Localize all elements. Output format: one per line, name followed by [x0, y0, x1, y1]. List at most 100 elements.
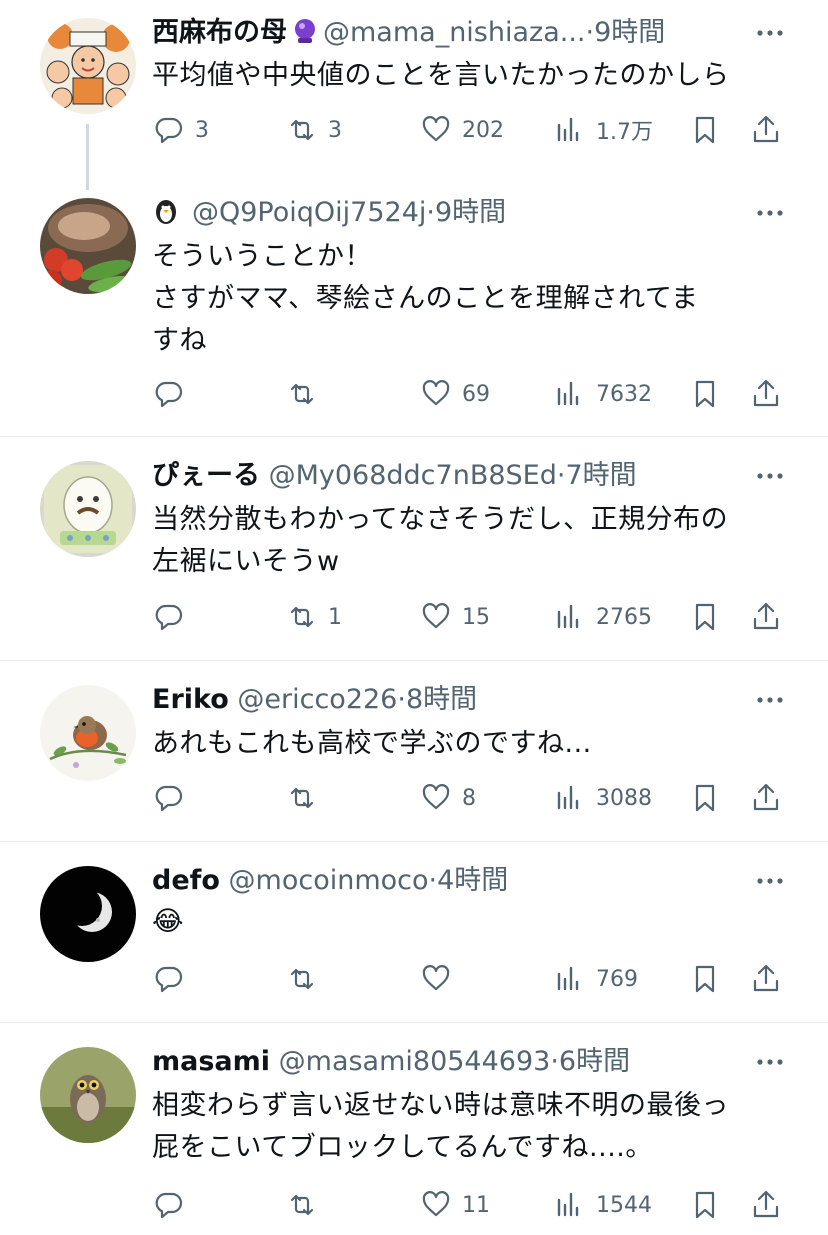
- share-button[interactable]: [749, 108, 783, 152]
- bar-chart-icon: [553, 781, 587, 815]
- bookmark-button[interactable]: [688, 776, 722, 820]
- timestamp[interactable]: 6時間: [559, 1046, 630, 1077]
- separator-dot: ·: [585, 17, 595, 48]
- avatar[interactable]: [40, 461, 136, 557]
- heart-icon: [419, 600, 453, 634]
- like-count: 8: [462, 785, 476, 811]
- more-dots-icon[interactable]: [752, 866, 788, 896]
- like-button[interactable]: 15: [419, 595, 490, 639]
- avatar[interactable]: [40, 685, 136, 781]
- reply-post[interactable]: Eriko @ericco226·8時間 あれもこれも高校で学ぶのですね... …: [0, 661, 828, 841]
- repost-button[interactable]: [285, 957, 328, 1001]
- reply-button[interactable]: [152, 595, 195, 639]
- more-dots-icon[interactable]: [752, 461, 788, 491]
- reply-button[interactable]: [152, 776, 195, 820]
- bookmark-button[interactable]: [688, 108, 722, 152]
- bookmark-icon: [688, 377, 722, 411]
- post-header: Eriko @ericco226·8時間: [152, 680, 477, 720]
- more-dots-icon[interactable]: [752, 1047, 788, 1077]
- display-name[interactable]: ぴぇーる: [152, 460, 260, 491]
- share-button[interactable]: [749, 372, 783, 416]
- like-count: 69: [462, 381, 490, 407]
- reply-button[interactable]: [152, 1183, 195, 1227]
- bookmark-button[interactable]: [688, 595, 722, 639]
- heart-icon: [419, 1188, 453, 1222]
- views-button[interactable]: 3088: [553, 776, 652, 820]
- more-dots-icon[interactable]: [752, 198, 788, 228]
- more-dots-icon[interactable]: [752, 18, 788, 48]
- timestamp[interactable]: 7時間: [565, 460, 636, 491]
- action-bar: 3 3 202 1.7万: [0, 108, 828, 152]
- bookmark-icon: [688, 600, 722, 634]
- user-handle[interactable]: @ericco226: [237, 684, 397, 715]
- avatar[interactable]: [40, 18, 136, 114]
- timestamp[interactable]: 9時間: [435, 197, 506, 228]
- speech-bubble-icon: [152, 962, 186, 996]
- share-button[interactable]: [749, 957, 783, 1001]
- heart-icon: [419, 377, 453, 411]
- reply-post[interactable]: ぴぇーる @My068ddc7nB8SEd·7時間 当然分散もわかってなさそうだ…: [0, 437, 828, 660]
- display-name[interactable]: 西麻布の母: [152, 17, 287, 48]
- share-button[interactable]: [749, 1183, 783, 1227]
- like-button[interactable]: 202: [419, 108, 504, 152]
- timestamp[interactable]: 4時間: [437, 865, 508, 896]
- reply-button[interactable]: [152, 372, 195, 416]
- share-button[interactable]: [749, 776, 783, 820]
- action-bar: 8 3088: [0, 776, 828, 820]
- like-count: 202: [462, 117, 504, 143]
- timestamp[interactable]: 8時間: [406, 684, 477, 715]
- post-text: 相変わらず言い返せない時は意味不明の最後っ 屁をこいてブロックしてるんですね..…: [152, 1090, 729, 1163]
- views-button[interactable]: 2765: [553, 595, 652, 639]
- bookmark-icon: [688, 113, 722, 147]
- views-button[interactable]: 1544: [553, 1183, 652, 1227]
- reply-count: 3: [195, 117, 209, 143]
- like-button[interactable]: [419, 957, 462, 1001]
- separator-dot: ·: [426, 197, 435, 228]
- like-count: 15: [462, 604, 490, 630]
- reply-button[interactable]: [152, 957, 195, 1001]
- display-name[interactable]: defo: [152, 865, 220, 896]
- avatar[interactable]: [40, 1047, 136, 1143]
- repost-button[interactable]: 3: [285, 108, 342, 152]
- speech-bubble-icon: [152, 377, 186, 411]
- bookmark-button[interactable]: [688, 372, 722, 416]
- views-button[interactable]: 7632: [553, 372, 652, 416]
- reply-button[interactable]: 3: [152, 108, 209, 152]
- post-header: defo @mocoinmoco·4時間: [152, 861, 508, 901]
- like-button[interactable]: 69: [419, 372, 490, 416]
- user-handle[interactable]: @masami80544693: [279, 1046, 551, 1077]
- view-count: 7632: [596, 381, 652, 407]
- bookmark-icon: [688, 1188, 722, 1222]
- view-count: 3088: [596, 785, 652, 811]
- reply-post[interactable]: @Q9PoiqOij7524j·9時間 そういうことか！ さすがママ、琴絵さんの…: [0, 180, 828, 436]
- repost-arrows-icon: [285, 962, 319, 996]
- avatar[interactable]: [40, 198, 136, 294]
- share-button[interactable]: [749, 595, 783, 639]
- repost-button[interactable]: [285, 1183, 328, 1227]
- like-button[interactable]: 8: [419, 776, 476, 820]
- reply-post[interactable]: masami @masami80544693·6時間 相変わらず言い返せない時は…: [0, 1023, 828, 1235]
- repost-button[interactable]: [285, 776, 328, 820]
- bar-chart-icon: [553, 377, 587, 411]
- speech-bubble-icon: [152, 781, 186, 815]
- user-handle[interactable]: @Q9PoiqOij7524j: [192, 197, 426, 228]
- bookmark-button[interactable]: [688, 1183, 722, 1227]
- repost-button[interactable]: 1: [285, 595, 342, 639]
- reply-post[interactable]: 西麻布の母 @mama_nishiaza...·9時間 平均値や中央値のことを言い…: [0, 0, 828, 180]
- user-handle[interactable]: @My068ddc7nB8SEd: [269, 460, 557, 491]
- more-dots-icon[interactable]: [752, 685, 788, 715]
- views-button[interactable]: 769: [553, 957, 638, 1001]
- like-button[interactable]: 11: [419, 1183, 490, 1227]
- user-handle[interactable]: @mocoinmoco: [229, 865, 429, 896]
- user-handle[interactable]: @mama_nishiaza...: [323, 17, 586, 48]
- display-name[interactable]: masami: [152, 1046, 270, 1077]
- post-text: あれもこれも高校で学ぶのですね...: [152, 728, 592, 759]
- speech-bubble-icon: [152, 113, 186, 147]
- timestamp[interactable]: 9時間: [594, 17, 665, 48]
- reply-post[interactable]: defo @mocoinmoco·4時間 😂 769: [0, 842, 828, 1022]
- display-name[interactable]: Eriko: [152, 684, 229, 715]
- bookmark-button[interactable]: [688, 957, 722, 1001]
- avatar[interactable]: [40, 866, 136, 962]
- repost-button[interactable]: [285, 372, 328, 416]
- views-button[interactable]: 1.7万: [553, 108, 653, 152]
